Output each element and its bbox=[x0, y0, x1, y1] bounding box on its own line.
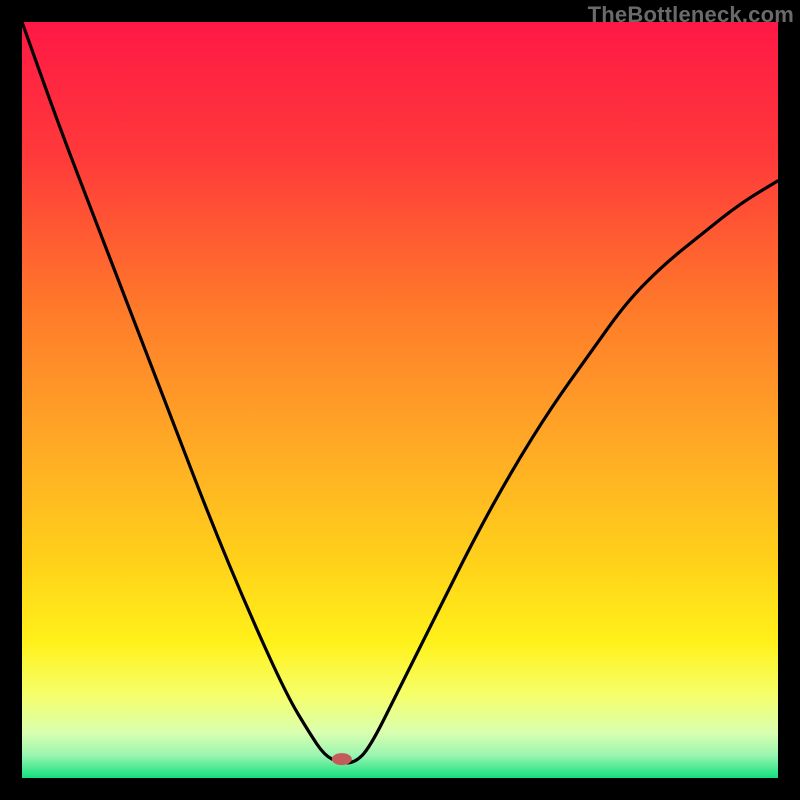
bottleneck-plot bbox=[22, 22, 778, 778]
chart-frame: TheBottleneck.com bbox=[0, 0, 800, 800]
optimum-marker bbox=[332, 753, 352, 765]
gradient-background bbox=[22, 22, 778, 778]
